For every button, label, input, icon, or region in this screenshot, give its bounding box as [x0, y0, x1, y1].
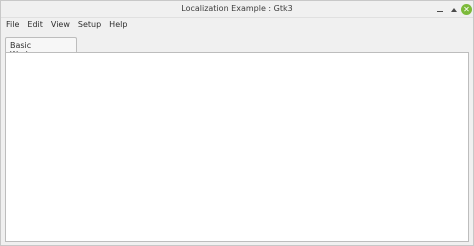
window-title: Localization Example : Gtk3: [181, 4, 293, 13]
menu-file[interactable]: File: [3, 20, 22, 29]
menu-view[interactable]: View: [48, 20, 73, 29]
minimize-icon: [436, 10, 443, 12]
close-icon: ✕: [463, 5, 470, 14]
menu-setup[interactable]: Setup: [75, 20, 104, 29]
maximize-icon: [450, 7, 457, 12]
workspace-panel: [5, 52, 469, 242]
menu-edit[interactable]: Edit: [24, 20, 46, 29]
tab-basic-workspace[interactable]: Basic Workspace: [5, 37, 77, 59]
menu-help[interactable]: Help: [106, 20, 130, 29]
title-bar[interactable]: Localization Example : Gtk3 ✕: [1, 1, 473, 18]
app-window: Localization Example : Gtk3 ✕ File Edit …: [0, 0, 474, 246]
minimize-button[interactable]: [434, 4, 445, 15]
close-button[interactable]: ✕: [461, 4, 472, 15]
menu-bar: File Edit View Setup Help: [1, 18, 473, 31]
maximize-button[interactable]: [448, 4, 459, 15]
